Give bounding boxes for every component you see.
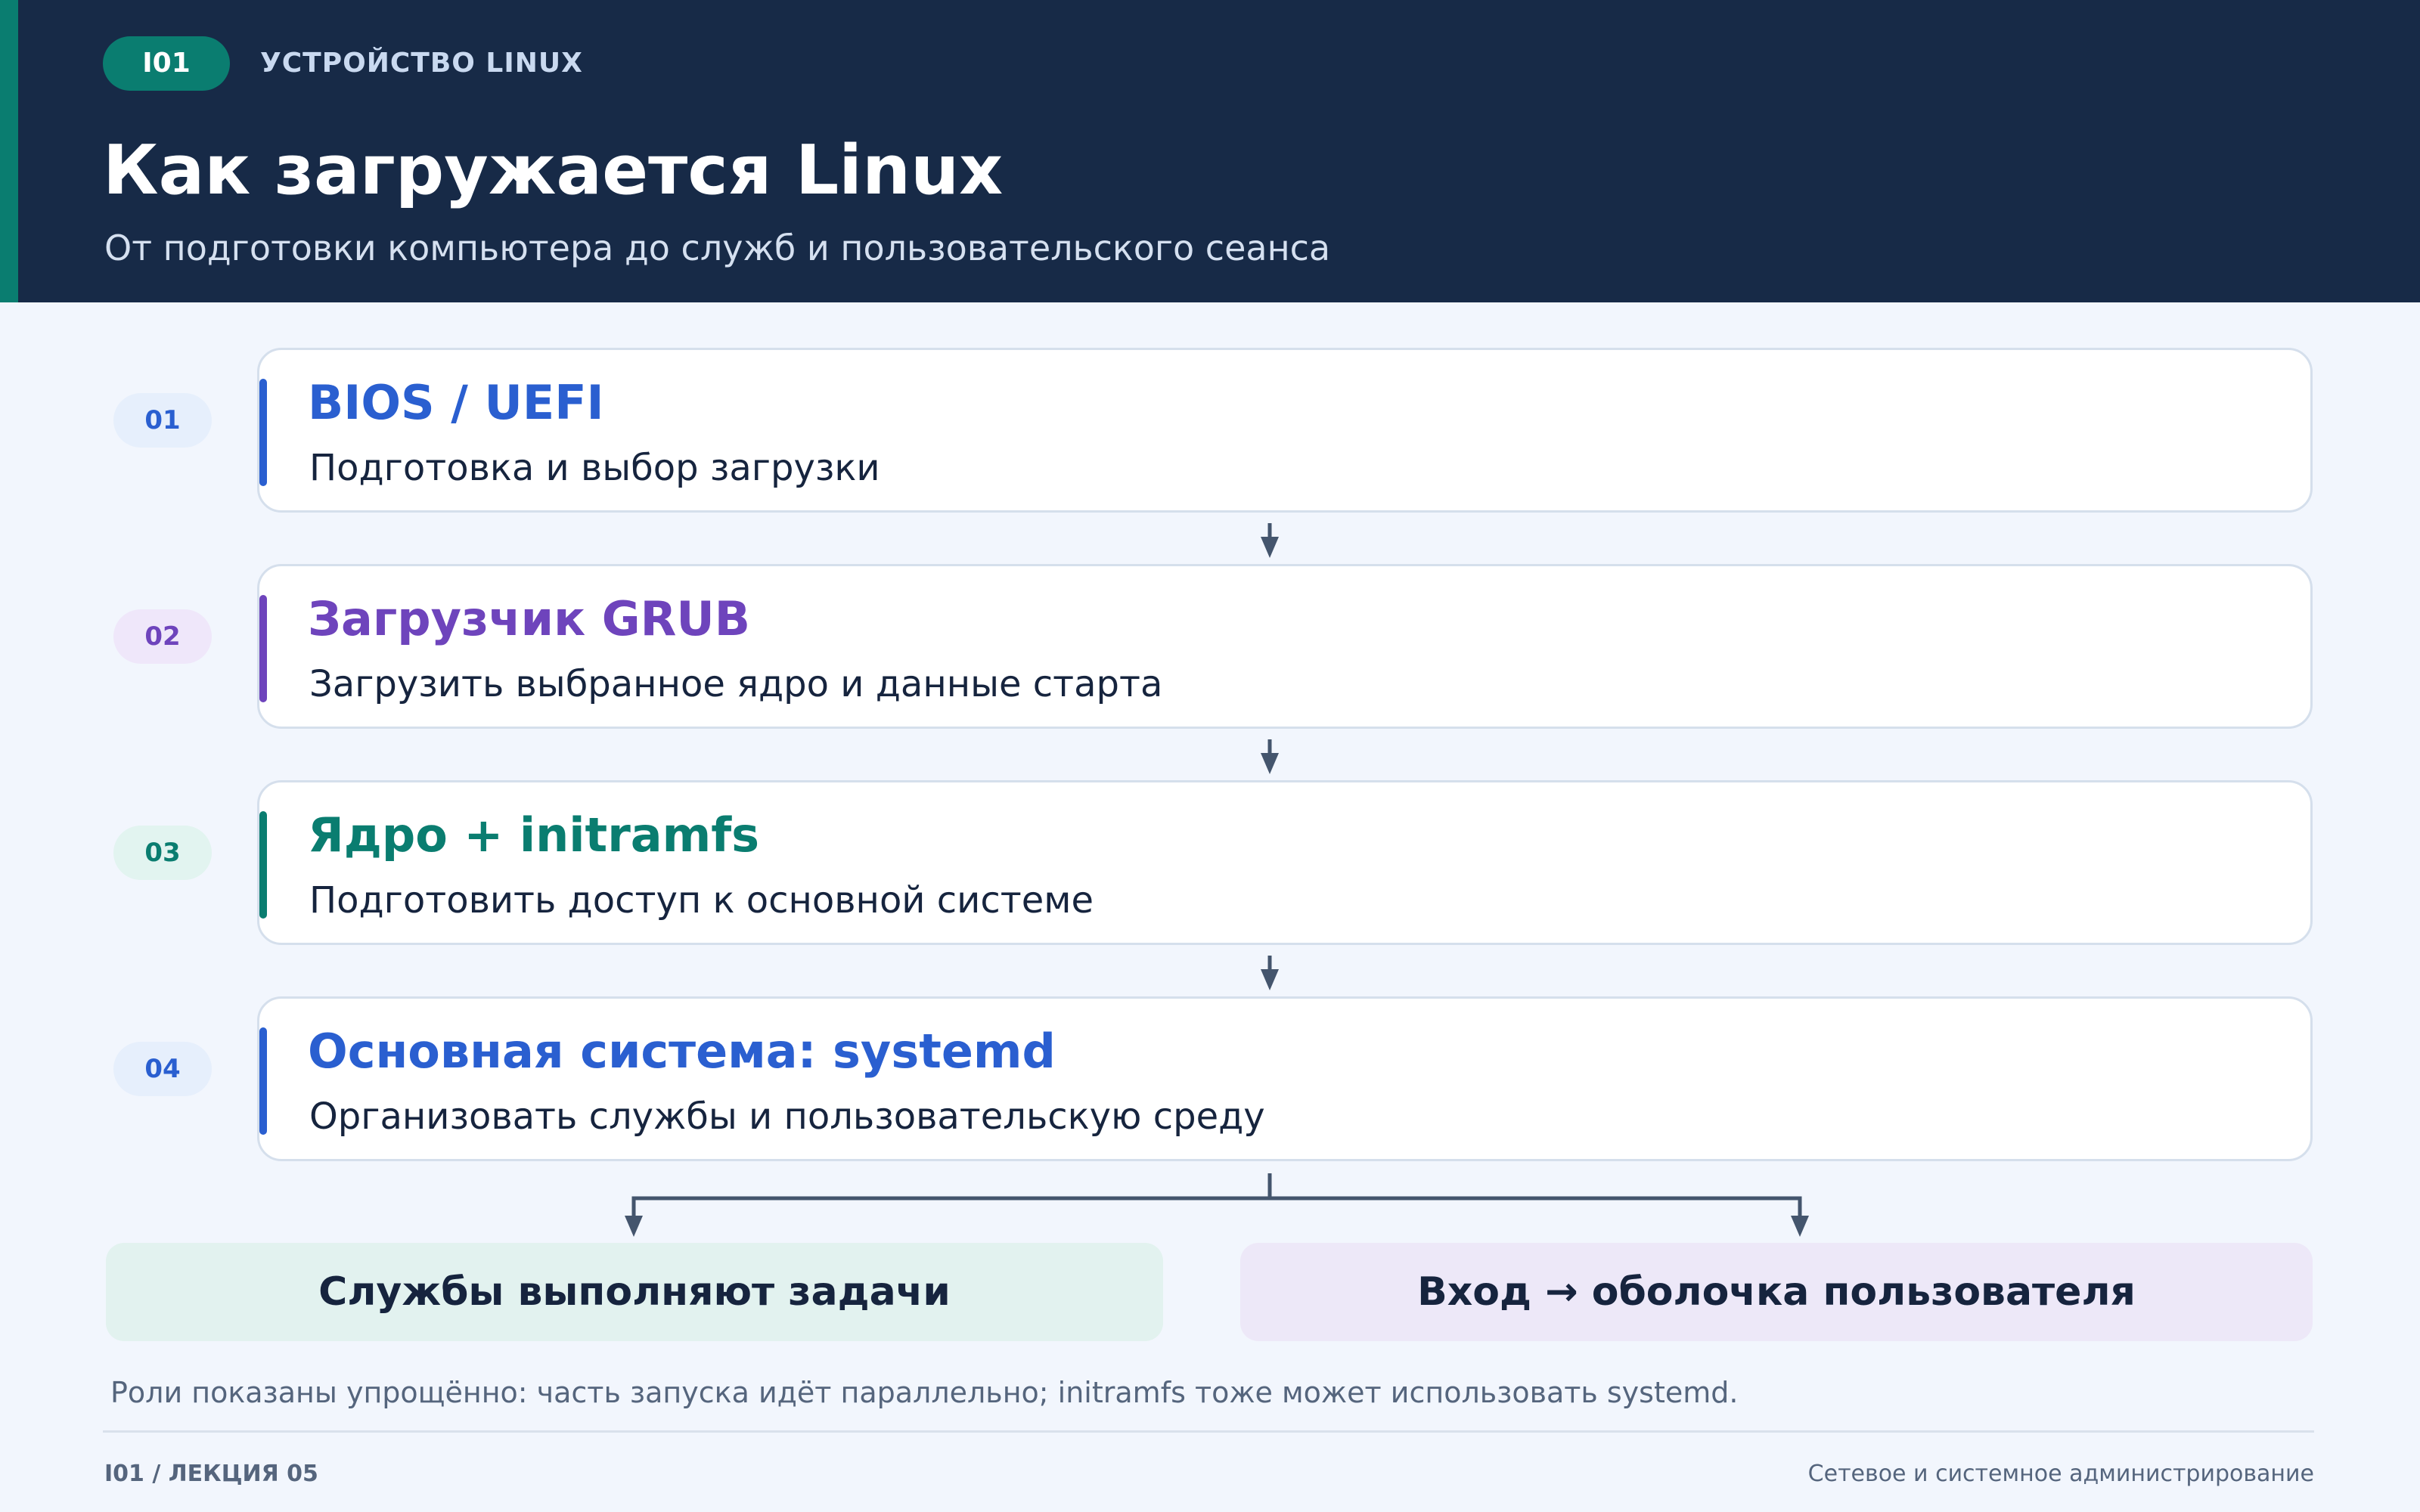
- step-title: Ядро + initramfs: [308, 807, 760, 863]
- header-accent-bar: [0, 0, 18, 302]
- step-accent-bar: [259, 595, 267, 702]
- course-code-badge: I01: [103, 36, 230, 91]
- step-number-badge: 03: [113, 826, 212, 880]
- step-description: Загрузить выбранное ядро и данные старта: [309, 663, 1163, 705]
- branch-connector-line: [631, 1196, 1802, 1222]
- step-title: Основная система: systemd: [308, 1024, 1056, 1079]
- arrow-down-icon: [1261, 537, 1279, 558]
- step-title: BIOS / UEFI: [308, 375, 604, 430]
- footnote: Роли показаны упрощённо: часть запуска и…: [110, 1376, 1739, 1409]
- step-description: Подготовить доступ к основной системе: [309, 879, 1094, 922]
- slide-header: I01 УСТРОЙСТВО LINUX Как загружается Lin…: [0, 0, 2420, 302]
- page-title: Как загружается Linux: [103, 131, 1004, 210]
- step-card-kernel-initramfs: Ядро + initramfs Подготовить доступ к ос…: [257, 780, 2313, 945]
- footer-divider: [103, 1430, 2314, 1433]
- page-subtitle: От подготовки компьютера до служб и поль…: [104, 228, 1331, 268]
- step-accent-bar: [259, 811, 267, 919]
- step-card-systemd: Основная система: systemd Организовать с…: [257, 996, 2313, 1161]
- footer-course-name: Сетевое и системное администрирование: [1807, 1461, 2314, 1487]
- course-topic: УСТРОЙСТВО LINUX: [260, 48, 583, 79]
- step-number-badge: 02: [113, 609, 212, 664]
- step-number-badge: 04: [113, 1042, 212, 1096]
- step-card-bios-uefi: BIOS / UEFI Подготовка и выбор загрузки: [257, 348, 2313, 513]
- step-description: Подготовка и выбор загрузки: [309, 447, 880, 489]
- step-card-grub: Загрузчик GRUB Загрузить выбранное ядро …: [257, 564, 2313, 729]
- footer-lecture-label: I01 / ЛЕКЦИЯ 05: [104, 1461, 318, 1487]
- step-number-badge: 01: [113, 393, 212, 448]
- arrow-down-icon: [1261, 753, 1279, 774]
- outcome-services: Службы выполняют задачи: [106, 1243, 1163, 1341]
- step-accent-bar: [259, 1027, 267, 1135]
- outcome-user-login: Вход → оболочка пользователя: [1240, 1243, 2313, 1341]
- step-description: Организовать службы и пользовательскую с…: [309, 1095, 1265, 1138]
- step-title: Загрузчик GRUB: [308, 591, 751, 646]
- arrow-down-icon: [1261, 969, 1279, 990]
- arrow-down-icon: [625, 1216, 643, 1237]
- step-accent-bar: [259, 379, 267, 486]
- arrow-down-icon: [1791, 1216, 1809, 1237]
